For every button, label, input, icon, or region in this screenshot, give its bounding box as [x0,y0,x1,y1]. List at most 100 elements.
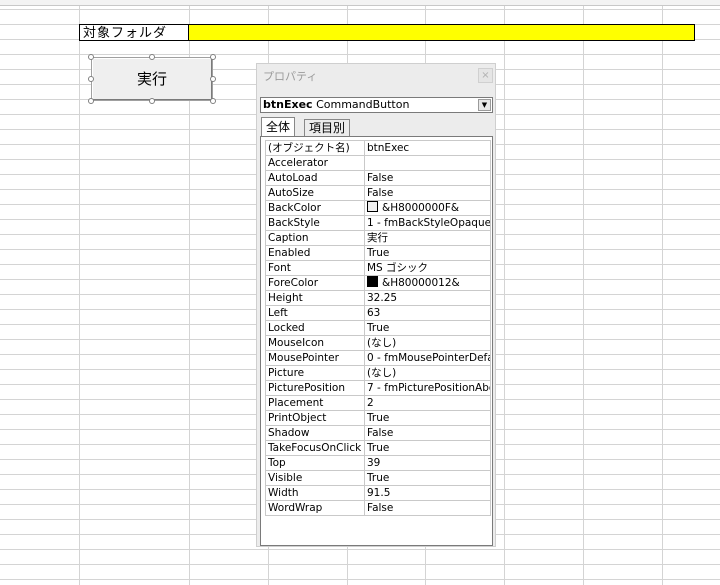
property-name[interactable]: WordWrap [265,500,365,516]
close-icon[interactable]: × [478,68,493,83]
resize-handle-bottom-left[interactable] [88,98,94,104]
property-value[interactable]: MS ゴシック [364,260,491,276]
property-row[interactable]: AutoSize False [265,185,491,201]
property-value-text: False [367,172,394,184]
property-name[interactable]: Enabled [265,245,365,261]
property-row[interactable]: PicturePosition7 - fmPicturePositionAbov… [265,380,491,396]
property-name[interactable]: PrintObject [265,410,365,426]
property-value[interactable]: 0 - fmMousePointerDefault [364,350,491,366]
property-row[interactable]: BackColor &H8000000F& [265,200,491,216]
property-name[interactable]: Accelerator [265,155,365,171]
property-value[interactable]: True [364,440,491,456]
object-type: CommandButton [316,98,410,111]
resize-handle-top-center[interactable] [149,54,155,60]
property-name[interactable]: Height [265,290,365,306]
property-row[interactable]: Height 32.25 [265,290,491,306]
property-name[interactable]: Caption [265,230,365,246]
property-row[interactable]: ForeColor &H80000012& [265,275,491,291]
property-name[interactable]: (オブジェクト名) [265,140,365,156]
property-name[interactable]: Locked [265,320,365,336]
property-row[interactable]: Locked True [265,320,491,336]
property-value[interactable]: (なし) [364,335,491,351]
property-value[interactable]: 39 [364,455,491,471]
property-value[interactable]: False [364,185,491,201]
property-name[interactable]: Placement [265,395,365,411]
property-row[interactable]: AutoLoad False [265,170,491,186]
property-row[interactable]: MouseIcon (なし) [265,335,491,351]
object-selector-dropdown[interactable]: btnExec CommandButton ▼ [260,97,493,113]
property-value[interactable]: 91.5 [364,485,491,501]
property-value[interactable]: False [364,500,491,516]
dropdown-arrow-icon[interactable]: ▼ [478,99,491,111]
property-row[interactable]: MousePointer0 - fmMousePointerDefault [265,350,491,366]
property-name[interactable]: MousePointer [265,350,365,366]
resize-handle-top-right[interactable] [210,54,216,60]
property-row[interactable]: Placement 2 [265,395,491,411]
property-value[interactable]: &H80000012& [364,275,491,291]
property-value-text: 32.25 [367,292,398,304]
property-value[interactable]: False [364,170,491,186]
property-row[interactable]: Shadow False [265,425,491,441]
property-value[interactable]: True [364,320,491,336]
property-row[interactable]: Picture (なし) [265,365,491,381]
property-row[interactable]: Enabled True [265,245,491,261]
property-row[interactable]: (オブジェクト名) btnExec [265,140,491,156]
property-name[interactable]: PicturePosition [265,380,365,396]
property-name[interactable]: Left [265,305,365,321]
property-row[interactable]: Visible True [265,470,491,486]
property-value-text: (なし) [367,337,397,349]
target-folder-label-cell[interactable]: 対象フォルダ [79,24,189,41]
property-row[interactable]: Accelerator [265,155,491,171]
resize-handle-middle-left[interactable] [88,76,94,82]
property-value[interactable] [364,155,491,171]
property-value[interactable]: True [364,245,491,261]
property-value[interactable]: 実行 [364,230,491,246]
property-row[interactable]: PrintObject True [265,410,491,426]
property-value-text: 7 - fmPicturePositionAboveCenter [367,382,490,394]
property-row[interactable]: Top 39 [265,455,491,471]
property-name[interactable]: Picture [265,365,365,381]
property-row[interactable]: Caption 実行 [265,230,491,246]
property-value[interactable]: &H8000000F& [364,200,491,216]
property-row[interactable]: TakeFocusOnClick True [265,440,491,456]
tab-categorized[interactable]: 項目別 [304,119,351,136]
property-name[interactable]: Shadow [265,425,365,441]
property-value[interactable]: 2 [364,395,491,411]
resize-handle-bottom-right[interactable] [210,98,216,104]
property-value[interactable]: False [364,425,491,441]
property-value[interactable]: True [364,470,491,486]
property-name[interactable]: AutoSize [265,185,365,201]
target-folder-input-cell[interactable] [189,24,695,41]
property-value[interactable]: btnExec [364,140,491,156]
property-name[interactable]: ForeColor [265,275,365,291]
property-row[interactable]: BackStyle 1 - fmBackStyleOpaque [265,215,491,231]
property-name[interactable]: Top [265,455,365,471]
exec-command-button[interactable]: 実行 [91,57,213,101]
property-value[interactable]: (なし) [364,365,491,381]
property-value[interactable]: 7 - fmPicturePositionAboveCenter [364,380,491,396]
property-row[interactable]: Font MS ゴシック [265,260,491,276]
property-row[interactable]: Width 91.5 [265,485,491,501]
property-name[interactable]: BackColor [265,200,365,216]
property-name[interactable]: Width [265,485,365,501]
property-value[interactable]: 63 [364,305,491,321]
property-name[interactable]: AutoLoad [265,170,365,186]
resize-handle-bottom-center[interactable] [149,98,155,104]
resize-handle-top-left[interactable] [88,54,94,60]
property-value[interactable]: 1 - fmBackStyleOpaque [364,215,491,231]
property-name[interactable]: Font [265,260,365,276]
property-row[interactable]: WordWrap False [265,500,491,516]
resize-handle-middle-right[interactable] [210,76,216,82]
property-name[interactable]: TakeFocusOnClick [265,440,365,456]
property-name[interactable]: BackStyle [265,215,365,231]
property-name[interactable]: Visible [265,470,365,486]
property-value-text: False [367,502,394,514]
property-value[interactable]: 32.25 [364,290,491,306]
property-value-text: 63 [367,307,381,319]
property-row[interactable]: Left 63 [265,305,491,321]
tab-alphabetic[interactable]: 全体 [261,117,296,137]
property-value[interactable]: True [364,410,491,426]
property-name[interactable]: MouseIcon [265,335,365,351]
property-value-text: True [367,472,390,484]
properties-list-panel[interactable]: (オブジェクト名) btnExec Accelerator AutoLoad False… [260,136,493,546]
